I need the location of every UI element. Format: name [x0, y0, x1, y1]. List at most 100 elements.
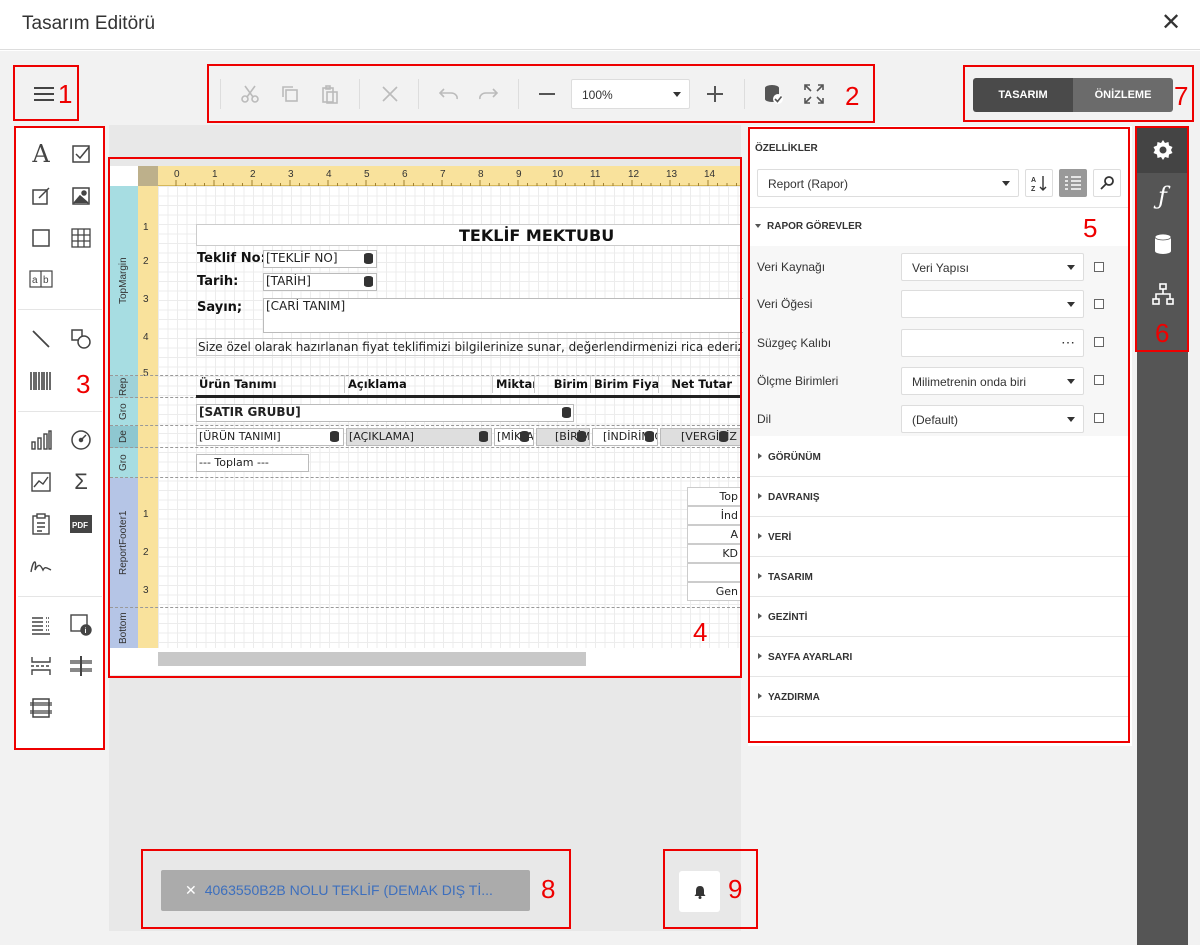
tab-preview[interactable]: ÖNİZLEME	[1073, 78, 1173, 112]
section-veri[interactable]: VERİ	[750, 517, 1128, 557]
total-label[interactable]: Top	[687, 487, 740, 506]
function-icon[interactable]: ƒ	[1137, 173, 1188, 219]
olcme-birimleri-select[interactable]: Milimetrenin onda biri	[901, 367, 1084, 395]
intro-text[interactable]: Size özel olarak hazırlanan fiyat teklif…	[196, 338, 740, 356]
window-title: Tasarım Editörü	[22, 13, 156, 34]
section-gezinti[interactable]: GEZİNTİ	[750, 597, 1128, 637]
database-icon	[364, 276, 373, 287]
band-separator	[110, 477, 740, 478]
dil-select[interactable]: (Default)	[901, 405, 1084, 433]
total-label[interactable]: A	[687, 525, 740, 544]
cari-field[interactable]: [CARİ TANIM]	[263, 298, 743, 333]
ellipsis-icon[interactable]: ⋯	[1061, 334, 1075, 351]
panel-tool-icon[interactable]	[28, 225, 54, 251]
summary-tool-icon[interactable]: Σ	[68, 469, 94, 495]
fullscreen-icon[interactable]	[800, 80, 828, 108]
redo-icon[interactable]	[474, 80, 502, 108]
section-sayfa-ayarlari[interactable]: SAYFA AYARLARI	[750, 637, 1128, 677]
cut-icon[interactable]	[236, 80, 264, 108]
svg-text:PDF: PDF	[72, 521, 88, 530]
object-selector[interactable]: Report (Rapor)	[757, 169, 1019, 197]
table-tool-icon[interactable]	[68, 225, 94, 251]
crossband-box-tool-icon[interactable]	[28, 695, 54, 721]
veri-ogesi-select[interactable]	[901, 290, 1084, 318]
tab-design[interactable]: TASARIM	[973, 78, 1073, 112]
section-yazdirma[interactable]: YAZDIRMA	[750, 677, 1128, 717]
section-tasarim[interactable]: TASARIM	[750, 557, 1128, 597]
detail-cell[interactable]: [VERGİSİZ TUTAR]	[660, 428, 740, 446]
select-value: Veri Yapısı	[912, 261, 969, 275]
shape-tool-icon[interactable]	[68, 326, 94, 352]
tarih-label[interactable]: Tarih:	[197, 274, 238, 289]
property-checkbox[interactable]	[1094, 337, 1104, 347]
header-cell[interactable]: Birim Fiyat	[590, 375, 658, 393]
section-davranis[interactable]: DAVRANIŞ	[750, 477, 1128, 517]
detail-cell[interactable]: [AÇIKLAMA]	[346, 428, 492, 446]
property-checkbox[interactable]	[1094, 413, 1104, 423]
picture-tool-icon[interactable]	[68, 183, 94, 209]
sayin-label[interactable]: Sayın;	[197, 300, 242, 315]
property-checkbox[interactable]	[1094, 299, 1104, 309]
property-checkbox[interactable]	[1094, 262, 1104, 272]
checkbox-tool-icon[interactable]	[68, 141, 94, 167]
gauge-tool-icon[interactable]	[68, 427, 94, 453]
copy-icon[interactable]	[276, 80, 304, 108]
teklif-no-field[interactable]: [TEKLİF NO]	[263, 250, 377, 268]
notification-text[interactable]: 4063550B2B NOLU TEKLİF (DEMAK DIŞ Tİ...	[205, 882, 493, 898]
zoom-select[interactable]: 100%	[571, 79, 690, 109]
gear-icon[interactable]	[1137, 127, 1188, 173]
signature-tool-icon[interactable]	[28, 553, 54, 579]
tarih-field[interactable]: [TARİH]	[263, 273, 377, 291]
chart-tool-icon[interactable]	[28, 427, 54, 453]
search-icon[interactable]	[1093, 169, 1121, 197]
section-rapor-gorevler[interactable]: RAPOR GÖREVLER	[755, 221, 862, 232]
header-cell[interactable]: Miktar	[492, 375, 534, 393]
zoom-in-icon[interactable]	[701, 80, 729, 108]
zoom-out-icon[interactable]	[533, 80, 561, 108]
header-cell[interactable]: Birim	[534, 375, 590, 393]
charactercomb-tool-icon[interactable]: ab	[28, 266, 54, 292]
menu-icon[interactable]	[34, 86, 54, 102]
pdf-tool-icon[interactable]: PDF	[68, 511, 94, 537]
toc-tool-icon[interactable]	[28, 612, 54, 638]
detail-cell[interactable]: [ÜRÜN TANIMI]	[196, 428, 344, 446]
barcode-tool-icon[interactable]	[28, 368, 54, 394]
total-label[interactable]	[687, 563, 740, 582]
total-label[interactable]: KD	[687, 544, 740, 563]
header-cell[interactable]: Net Tutar	[658, 375, 734, 393]
bell-icon[interactable]	[679, 871, 720, 912]
header-cell[interactable]: Ürün Tanımı	[196, 375, 344, 393]
sparkline-tool-icon[interactable]	[28, 469, 54, 495]
group-footer-label[interactable]: --- Toplam ---	[196, 454, 309, 472]
notification-toast[interactable]: ✕ 4063550B2B NOLU TEKLİF (DEMAK DIŞ Tİ...	[161, 870, 530, 911]
close-icon[interactable]: ✕	[185, 882, 197, 898]
property-checkbox[interactable]	[1094, 375, 1104, 385]
pageinfo-tool-icon[interactable]: i	[68, 612, 94, 638]
svg-text:Z: Z	[1031, 186, 1036, 192]
suzgec-kalibi-input[interactable]: ⋯	[901, 329, 1084, 357]
validate-database-icon[interactable]	[759, 80, 787, 108]
delete-icon[interactable]	[376, 80, 404, 108]
pagebreak-tool-icon[interactable]	[28, 653, 54, 679]
total-label[interactable]: İnd	[687, 506, 740, 525]
database-icon[interactable]	[1137, 221, 1188, 267]
subreport-tool-icon[interactable]	[28, 511, 54, 537]
section-gorunum[interactable]: GÖRÜNÜM	[750, 437, 1128, 477]
hierarchy-icon[interactable]	[1137, 271, 1188, 317]
horizontal-scrollbar[interactable]	[158, 652, 586, 666]
sort-az-icon[interactable]: AZ	[1025, 169, 1053, 197]
close-icon[interactable]: ✕	[1160, 11, 1182, 36]
veri-kaynagi-select[interactable]: Veri Yapısı	[901, 253, 1084, 281]
teklif-no-label[interactable]: Teklif No:	[197, 251, 266, 266]
crossband-line-tool-icon[interactable]	[68, 653, 94, 679]
line-tool-icon[interactable]	[28, 326, 54, 352]
header-cell[interactable]: Açıklama	[344, 375, 492, 393]
richtext-tool-icon[interactable]	[28, 183, 54, 209]
group-field[interactable]: [SATIR GRUBU]	[196, 404, 574, 422]
paste-icon[interactable]	[316, 80, 344, 108]
annotation-number: 2	[845, 81, 860, 111]
total-label[interactable]: Gen	[687, 582, 740, 601]
categorized-view-icon[interactable]	[1059, 169, 1087, 197]
label-tool-icon[interactable]: A	[28, 140, 54, 168]
undo-icon[interactable]	[435, 80, 463, 108]
